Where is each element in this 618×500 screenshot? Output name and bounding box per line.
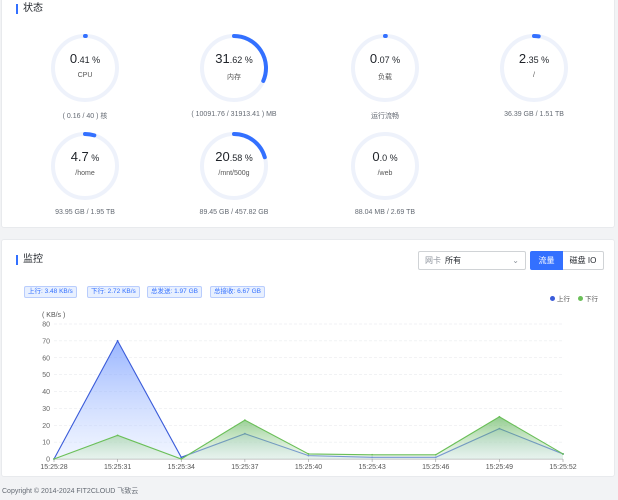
y-tick-label: 60 bbox=[42, 355, 50, 362]
gauge-detail: ( 10091.76 / 31913.41 ) MB bbox=[191, 111, 277, 118]
gauge-label: CPU bbox=[77, 72, 93, 79]
gauge-disk-mnt: 20.58 % /mnt/500g 89.45 GB / 457.82 GB bbox=[169, 131, 299, 216]
x-tick-label: 15:25:31 bbox=[104, 464, 131, 471]
gauge-value: 4.7 % bbox=[70, 149, 100, 164]
gauge-ring bbox=[351, 132, 419, 200]
download-point bbox=[53, 458, 55, 460]
x-tick-label: 15:25:43 bbox=[359, 464, 386, 471]
gauge-value: 20.58 % bbox=[215, 149, 253, 164]
gauge-detail: 93.95 GB / 1.95 TB bbox=[55, 209, 115, 216]
gauge-detail: 运行流畅 bbox=[371, 113, 399, 120]
download-point bbox=[116, 434, 119, 437]
x-tick-label: 15:25:52 bbox=[549, 464, 576, 471]
gauge-disk-root: 2.35 % / 36.39 GB / 1.51 TB bbox=[469, 33, 599, 118]
gauge-arc bbox=[83, 132, 97, 138]
footer-copyright: Copyright © 2014-2024 FIT2CLOUD 飞致云 bbox=[2, 488, 139, 495]
download-point bbox=[434, 453, 437, 456]
gauge-load: 0.07 % 负载 运行流畅 bbox=[320, 33, 450, 120]
y-tick-label: 50 bbox=[42, 372, 50, 379]
gauge-ring bbox=[500, 34, 568, 102]
gauge-value: 0.41 % bbox=[69, 51, 101, 66]
gauge-detail: 88.04 MB / 2.69 TB bbox=[354, 209, 416, 216]
download-point bbox=[307, 453, 310, 455]
gauge-ring bbox=[51, 132, 119, 200]
gauge-cpu: 0.41 % CPU ( 0.16 / 40 ) 核 bbox=[20, 33, 150, 120]
y-tick-label: 80 bbox=[42, 322, 50, 329]
x-tick-label: 15:25:46 bbox=[422, 464, 449, 471]
y-tick-label: 70 bbox=[42, 338, 50, 345]
download-point bbox=[180, 458, 183, 460]
gauge-label: /home bbox=[75, 170, 95, 177]
x-tick-label: 15:25:34 bbox=[168, 464, 195, 471]
y-tick-label: 10 bbox=[42, 440, 50, 447]
gauge-track bbox=[351, 34, 419, 102]
upload-point bbox=[180, 456, 183, 459]
gauge-label: 负载 bbox=[378, 74, 392, 81]
traffic-chart: ( KB/s ) 0 10 20 30 40 50 60 70 80 15:25:28 15:25:3… bbox=[40, 312, 576, 471]
gauge-value: 31.62 % bbox=[215, 51, 253, 66]
gauge-value: 0.07 % bbox=[369, 51, 401, 66]
gauge-disk-home: 4.7 % /home 93.95 GB / 1.95 TB bbox=[20, 131, 150, 216]
gauge-track bbox=[51, 34, 119, 102]
download-point bbox=[498, 415, 501, 418]
x-tick-label: 15:25:49 bbox=[486, 464, 513, 471]
gauge-track bbox=[500, 34, 568, 102]
y-tick-label: 20 bbox=[42, 423, 50, 430]
y-tick-label: 0 bbox=[46, 457, 50, 464]
gauge-ring bbox=[351, 34, 419, 102]
gauge-value: 2.35 % bbox=[518, 51, 550, 66]
monitor-card: 监控 网卡 所有 ⌄ 流量 磁盘 IO 上行: 3.48 KB/s 下行: 2.7… bbox=[1, 239, 615, 477]
gauge-ring bbox=[200, 132, 268, 200]
x-tick-label: 15:25:28 bbox=[40, 464, 67, 471]
x-tick-label: 15:25:37 bbox=[231, 464, 258, 471]
gauge-track bbox=[51, 132, 119, 200]
x-tick-label: 15:25:40 bbox=[295, 464, 322, 471]
upload-point bbox=[116, 339, 119, 342]
status-title: 状态 bbox=[16, 3, 43, 15]
download-point bbox=[562, 453, 564, 455]
gauge-detail: ( 0.16 / 40 ) 核 bbox=[62, 113, 108, 120]
gauge-memory: 31.62 % 内存 ( 10091.76 / 31913.41 ) MB bbox=[169, 33, 299, 118]
gauge-ring bbox=[51, 34, 119, 102]
y-axis-title: ( KB/s ) bbox=[42, 312, 65, 319]
gauge-label: / bbox=[533, 72, 535, 79]
gauge-label: 内存 bbox=[227, 74, 241, 81]
gauge-ring bbox=[200, 34, 268, 102]
status-card: 状态 0.41 % CPU ( 0.16 / 40 ) 核 31.62 % 内存… bbox=[1, 0, 615, 228]
gauge-disk-web: 0.0 % /web 88.04 MB / 2.69 TB bbox=[320, 131, 450, 216]
gauge-track bbox=[351, 132, 419, 200]
gauge-value: 0.0 % bbox=[372, 149, 398, 164]
gauge-detail: 36.39 GB / 1.51 TB bbox=[504, 111, 564, 118]
gauge-detail: 89.45 GB / 457.82 GB bbox=[199, 209, 269, 216]
download-point bbox=[371, 453, 374, 456]
gauge-label: /mnt/500g bbox=[218, 170, 250, 177]
y-tick-label: 30 bbox=[42, 406, 50, 413]
y-tick-label: 40 bbox=[42, 389, 50, 396]
gauge-label: /web bbox=[377, 170, 393, 177]
download-point bbox=[243, 419, 246, 422]
